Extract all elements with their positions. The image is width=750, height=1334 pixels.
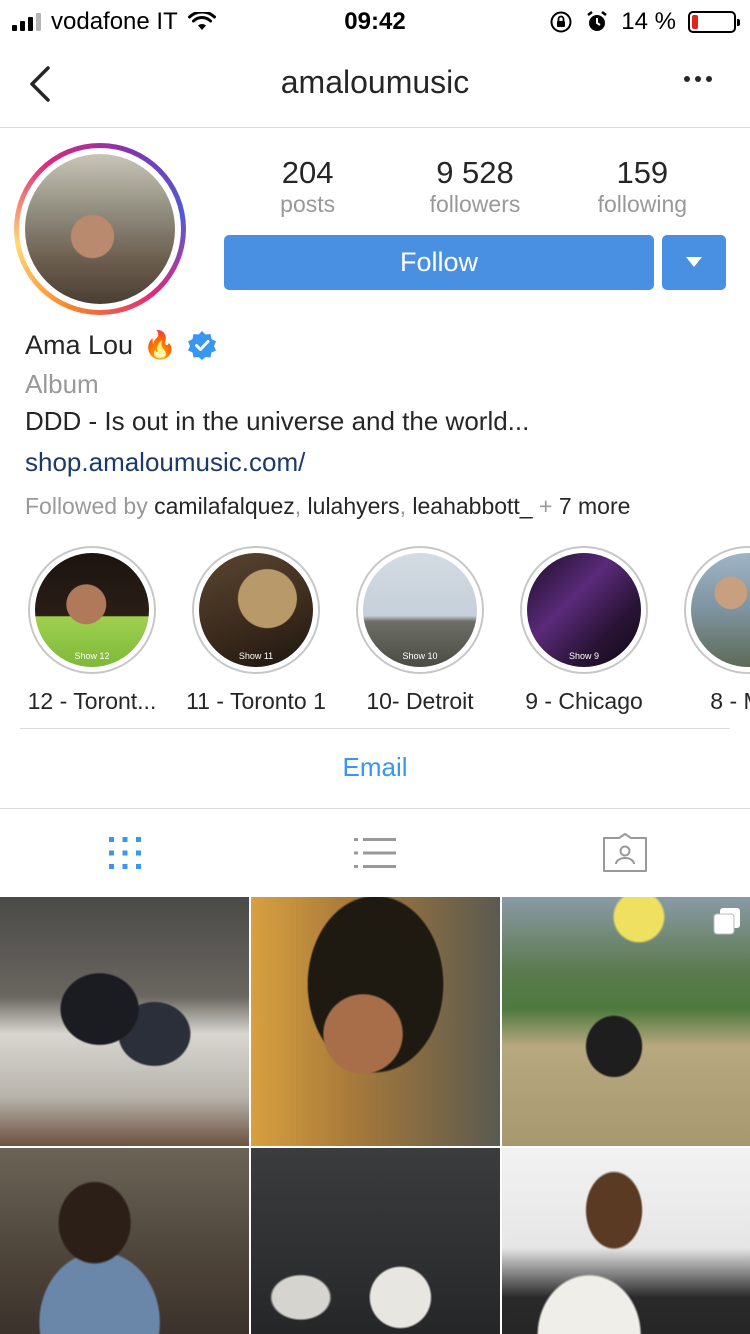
- highlight-item[interactable]: Show 12 12 - Toront...: [12, 546, 172, 715]
- grid-icon: [109, 837, 141, 869]
- profile-username-title: amaloumusic: [280, 64, 470, 100]
- highlight-image: [691, 553, 750, 667]
- followed-by-user: camilafalquez: [154, 493, 295, 519]
- highlight-ring: Show 10: [356, 546, 484, 674]
- tab-list[interactable]: [250, 809, 500, 897]
- highlight-image: Show 12: [35, 553, 149, 667]
- more-dot: [695, 76, 701, 82]
- post-thumbnail[interactable]: [0, 1148, 249, 1334]
- followed-by-prefix: Followed by: [25, 493, 148, 519]
- post-thumbnail[interactable]: [502, 1148, 750, 1334]
- suggested-accounts-dropdown-button[interactable]: [662, 235, 726, 290]
- alarm-icon: [587, 11, 608, 31]
- highlight-caption: Show 9: [568, 651, 600, 661]
- divider: [20, 728, 730, 729]
- rotation-lock-icon: [550, 11, 572, 33]
- caret-down-icon: [686, 257, 702, 267]
- tab-grid[interactable]: [0, 809, 250, 897]
- profile-category: Album: [25, 369, 99, 399]
- stat-label: following: [597, 191, 688, 217]
- more-dot: [684, 76, 690, 82]
- status-bar: vodafone IT 09:42 14 %: [0, 0, 750, 40]
- avatar-frame: [19, 148, 181, 310]
- stat-number: 159: [616, 155, 669, 190]
- followed-by-user: lulahyers: [307, 493, 400, 519]
- list-icon: [354, 838, 396, 868]
- followed-by-line[interactable]: Followed by camilafalquez, lulahyers, le…: [25, 488, 735, 524]
- stat-following[interactable]: 159 following: [559, 156, 726, 218]
- highlight-label: 8 - MIN: [710, 688, 750, 714]
- highlight-label: 11 - Toronto 1: [186, 688, 326, 714]
- followed-by-user: leahabbott_: [412, 493, 533, 519]
- profile-bio: Ama Lou 🔥 Album DDD - Is out in the univ…: [25, 326, 735, 524]
- profile-tabs: [0, 809, 750, 897]
- verified-badge-icon: [187, 331, 216, 360]
- status-right: 14 %: [549, 8, 740, 36]
- post-thumbnail[interactable]: [251, 1148, 500, 1334]
- highlight-item[interactable]: Show 9 9 - Chicago: [504, 546, 664, 715]
- stat-number: 204: [281, 155, 334, 190]
- highlight-item[interactable]: Show 10 10- Detroit: [340, 546, 500, 715]
- highlight-image: Show 10: [363, 553, 477, 667]
- highlight-label: 9 - Chicago: [525, 688, 643, 714]
- multiple-posts-icon: [713, 908, 740, 935]
- highlight-item[interactable]: Show 11 11 - Toronto 1: [176, 546, 336, 715]
- profile-bio-text: DDD - Is out in the universe and the wor…: [25, 406, 530, 436]
- tab-tagged[interactable]: [500, 809, 750, 897]
- highlight-label: 12 - Toront...: [27, 688, 157, 714]
- stat-posts[interactable]: 204 posts: [224, 156, 391, 218]
- highlight-ring: Show 11: [192, 546, 320, 674]
- highlight-ring: Show 12: [28, 546, 156, 674]
- highlight-caption: Show 12: [74, 651, 110, 661]
- highlight-image: Show 11: [199, 553, 313, 667]
- more-dot: [706, 76, 712, 82]
- post-thumbnail[interactable]: [0, 897, 249, 1146]
- follow-button[interactable]: Follow: [224, 235, 654, 290]
- profile-avatar[interactable]: [14, 143, 186, 315]
- fire-emoji: 🔥: [143, 330, 177, 360]
- battery-icon: [688, 11, 740, 33]
- tagged-person-icon: [603, 833, 647, 872]
- followed-by-more: 7 more: [558, 493, 631, 519]
- posts-grid: [0, 897, 750, 1334]
- avatar-image: [25, 154, 175, 304]
- nav-bar: amaloumusic: [0, 40, 750, 128]
- highlight-caption: Show 11: [238, 651, 274, 661]
- highlight-ring: [684, 546, 750, 674]
- display-name-text: Ama Lou: [25, 329, 134, 360]
- stat-followers[interactable]: 9 528 followers: [391, 156, 558, 218]
- battery-level-fill: [692, 15, 698, 29]
- highlight-image: Show 9: [527, 553, 641, 667]
- stat-number: 9 528: [436, 155, 514, 190]
- highlight-label: 10- Detroit: [366, 688, 474, 714]
- highlight-ring: Show 9: [520, 546, 648, 674]
- profile-stats: 204 posts 9 528 followers 159 following: [224, 156, 726, 218]
- profile-display-name: Ama Lou 🔥: [25, 326, 735, 364]
- stat-label: followers: [429, 191, 521, 217]
- highlight-caption: Show 10: [402, 651, 438, 661]
- stat-label: posts: [280, 191, 336, 217]
- post-thumbnail[interactable]: [251, 897, 500, 1146]
- more-options-button[interactable]: [684, 76, 712, 82]
- battery-percent: 14 %: [621, 8, 676, 35]
- highlight-item[interactable]: 8 - MIN: [668, 546, 750, 715]
- story-highlights: Show 12 12 - Toront... Show 11 11 - Toro…: [0, 546, 750, 716]
- profile-website-link[interactable]: shop.amaloumusic.com/: [25, 440, 735, 484]
- post-thumbnail[interactable]: [502, 897, 750, 1146]
- email-button[interactable]: Email: [0, 752, 750, 783]
